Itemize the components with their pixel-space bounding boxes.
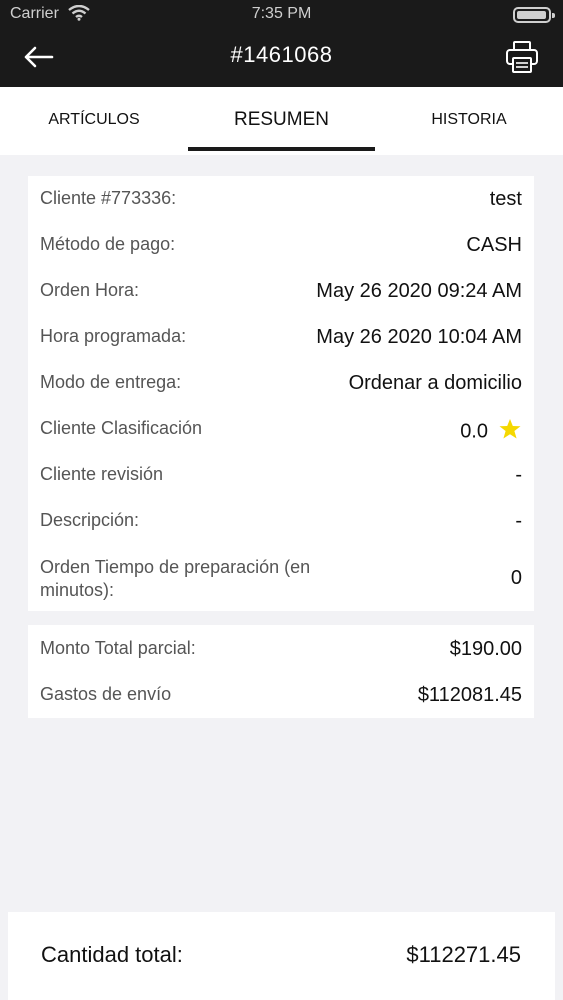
- order-time-row: Orden Hora: May 26 2020 09:24 AM: [28, 268, 534, 314]
- printer-icon: [506, 41, 538, 73]
- description-label: Descripción:: [40, 510, 140, 530]
- delivery-mode-row: Modo de entrega: Ordenar a domicilio: [28, 360, 534, 406]
- battery-icon: [513, 7, 555, 23]
- shipping-value: $112081.45: [417, 684, 522, 706]
- description-row: Descripción: -: [28, 498, 534, 544]
- charges-card: Monto Total parcial: $190.00 Gastos de e…: [28, 625, 534, 718]
- scheduled-time-row: Hora programada: May 26 2020 10:04 AM: [28, 314, 534, 360]
- navigation-bar: Carrier 7:35 PM #1461068: [0, 0, 563, 87]
- subtotal-value: $190.00: [449, 638, 522, 660]
- order-time-label: Orden Hora:: [40, 280, 140, 300]
- total-label: Cantidad total:: [41, 942, 183, 967]
- description-value: -: [515, 510, 522, 532]
- tab-articulos[interactable]: ARTÍCULOS: [0, 87, 188, 155]
- tab-resumen[interactable]: RESUMEN: [188, 87, 375, 155]
- client-rating-row: Cliente Clasificación 0.0: [28, 406, 534, 452]
- subtotal-row: Monto Total parcial: $190.00: [28, 626, 534, 672]
- prep-time-label: Orden Tiempo de preparación (en minutos)…: [40, 557, 311, 600]
- tab-bar: ARTÍCULOS RESUMEN HISTORIA: [0, 87, 563, 155]
- payment-method-label: Método de pago:: [40, 234, 176, 254]
- client-row: Cliente #773336: test: [28, 176, 534, 222]
- scheduled-time-label: Hora programada:: [40, 326, 187, 346]
- total-bar: Cantidad total: $112271.45: [8, 912, 555, 1000]
- star-icon: [498, 418, 522, 446]
- tab-historia[interactable]: HISTORIA: [375, 87, 563, 155]
- order-number-title: #1461068: [230, 42, 333, 67]
- order-time-value: May 26 2020 09:24 AM: [316, 280, 522, 302]
- delivery-mode-label: Modo de entrega:: [40, 372, 182, 392]
- clock-label: 7:35 PM: [251, 5, 312, 22]
- total-value: $112271.45: [406, 942, 521, 967]
- client-review-row: Cliente revisión -: [28, 452, 534, 498]
- client-rating-value: 0.0: [460, 420, 488, 443]
- prep-time-row: Orden Tiempo de preparación (en minutos)…: [28, 549, 534, 607]
- payment-method-value: CASH: [466, 234, 522, 256]
- client-review-value: -: [515, 464, 522, 486]
- client-review-label: Cliente revisión: [40, 464, 164, 484]
- client-label: Cliente #773336:: [40, 188, 177, 208]
- order-summary-card: Cliente #773336: test Método de pago: CA…: [28, 176, 534, 611]
- client-value: test: [489, 188, 522, 210]
- subtotal-label: Monto Total parcial:: [40, 638, 196, 658]
- prep-time-value: 0: [510, 567, 522, 589]
- shipping-label: Gastos de envío: [40, 684, 172, 704]
- payment-method-row: Método de pago: CASH: [28, 222, 534, 268]
- shipping-row: Gastos de envío $112081.45: [28, 672, 534, 718]
- client-rating-label: Cliente Clasificación: [40, 418, 203, 438]
- client-rating-value-group: 0.0: [460, 418, 522, 446]
- delivery-mode-value: Ordenar a domicilio: [348, 372, 522, 394]
- status-bar: Carrier 7:35 PM: [0, 0, 563, 30]
- scheduled-time-value: May 26 2020 10:04 AM: [316, 326, 522, 348]
- print-button[interactable]: [505, 40, 539, 74]
